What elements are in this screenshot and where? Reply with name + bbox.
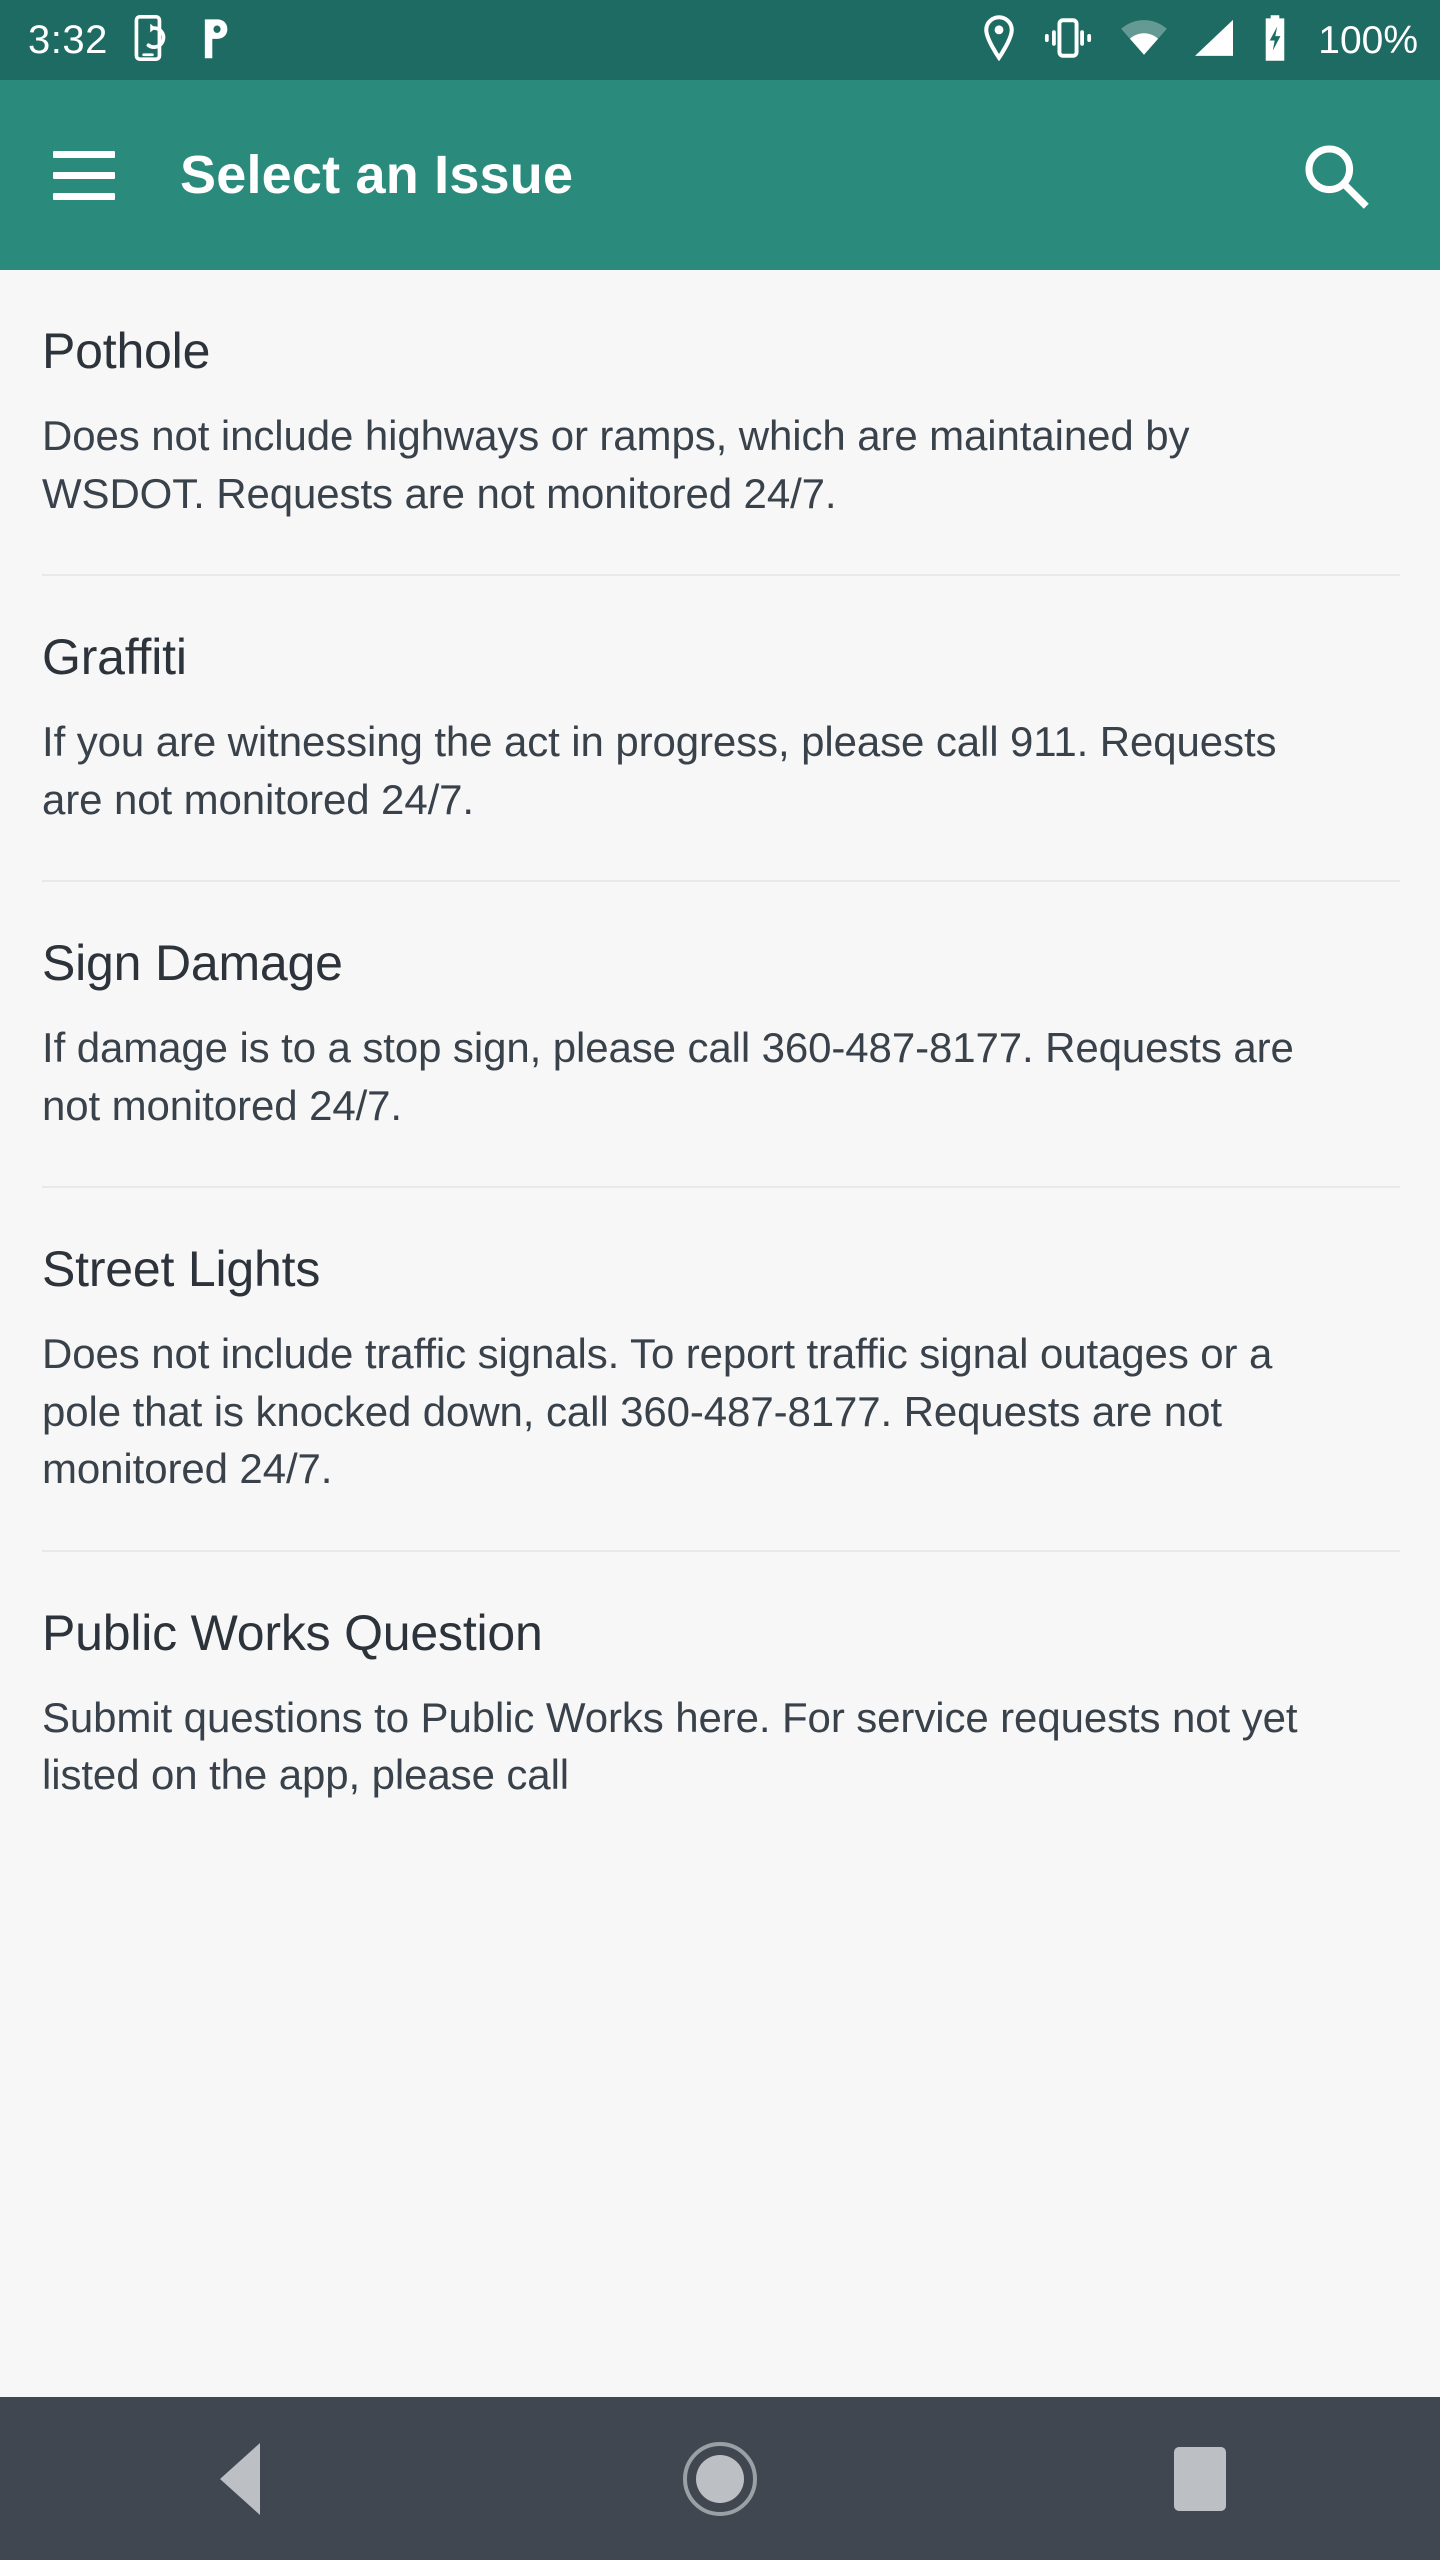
- issue-description: Does not include highways or ramps, whic…: [42, 412, 1190, 517]
- issue-title: Pothole: [42, 323, 211, 379]
- status-bar: 3:32 100%: [0, 0, 1440, 80]
- issue-title: Street Lights: [42, 1241, 321, 1298]
- phone-sync-icon: [134, 14, 172, 66]
- issue-description: If you are witnessing the act in progres…: [42, 718, 1277, 823]
- issue-title: Sign Damage: [42, 935, 343, 992]
- nav-home-button[interactable]: [480, 2397, 960, 2560]
- battery-charging-icon: [1260, 14, 1290, 67]
- triangle-back-icon: [220, 2442, 260, 2515]
- list-item[interactable]: Public Works Question Submit questions t…: [0, 1552, 1440, 1804]
- wifi-icon: [1120, 19, 1168, 62]
- search-icon[interactable]: [1280, 120, 1390, 230]
- issue-list[interactable]: Pothole Does not include highways or ram…: [0, 270, 1440, 2397]
- list-item[interactable]: Pothole Does not include highways or ram…: [0, 270, 1440, 577]
- circle-home-icon: [683, 2441, 757, 2516]
- vibrate-icon: [1040, 16, 1096, 65]
- issue-description: If damage is to a stop sign, please call…: [42, 1024, 1294, 1129]
- issue-title: Graffiti: [42, 629, 187, 686]
- app-bar: Select an Issue: [0, 80, 1440, 270]
- list-item[interactable]: Sign Damage If damage is to a stop sign,…: [0, 882, 1440, 1189]
- battery-percent-label: 100%: [1318, 18, 1418, 62]
- android-navigation-bar: [0, 2397, 1440, 2560]
- list-item[interactable]: Street Lights Does not include traffic s…: [0, 1188, 1440, 1552]
- hamburger-line: [53, 171, 115, 179]
- list-item[interactable]: Graffiti If you are witnessing the act i…: [0, 576, 1440, 883]
- hamburger-line: [53, 192, 115, 200]
- issue-description: Submit questions to Public Works here. F…: [42, 1693, 1298, 1799]
- status-bar-right-group: 100%: [982, 14, 1418, 67]
- page-title: Select an Issue: [180, 145, 574, 205]
- hamburger-menu-icon[interactable]: [24, 115, 144, 235]
- cellular-signal-icon: [1192, 18, 1236, 63]
- nav-recents-button[interactable]: [960, 2397, 1440, 2560]
- square-recents-icon: [1174, 2446, 1226, 2511]
- issue-title: Public Works Question: [42, 1604, 543, 1661]
- status-clock: 3:32: [28, 18, 108, 62]
- hamburger-line: [53, 150, 115, 158]
- issue-description: Does not include traffic signals. To rep…: [42, 1330, 1273, 1493]
- p-app-icon: [198, 16, 232, 65]
- nav-back-button[interactable]: [0, 2397, 480, 2560]
- status-bar-left-group: 3:32: [28, 14, 232, 66]
- location-icon: [982, 14, 1016, 66]
